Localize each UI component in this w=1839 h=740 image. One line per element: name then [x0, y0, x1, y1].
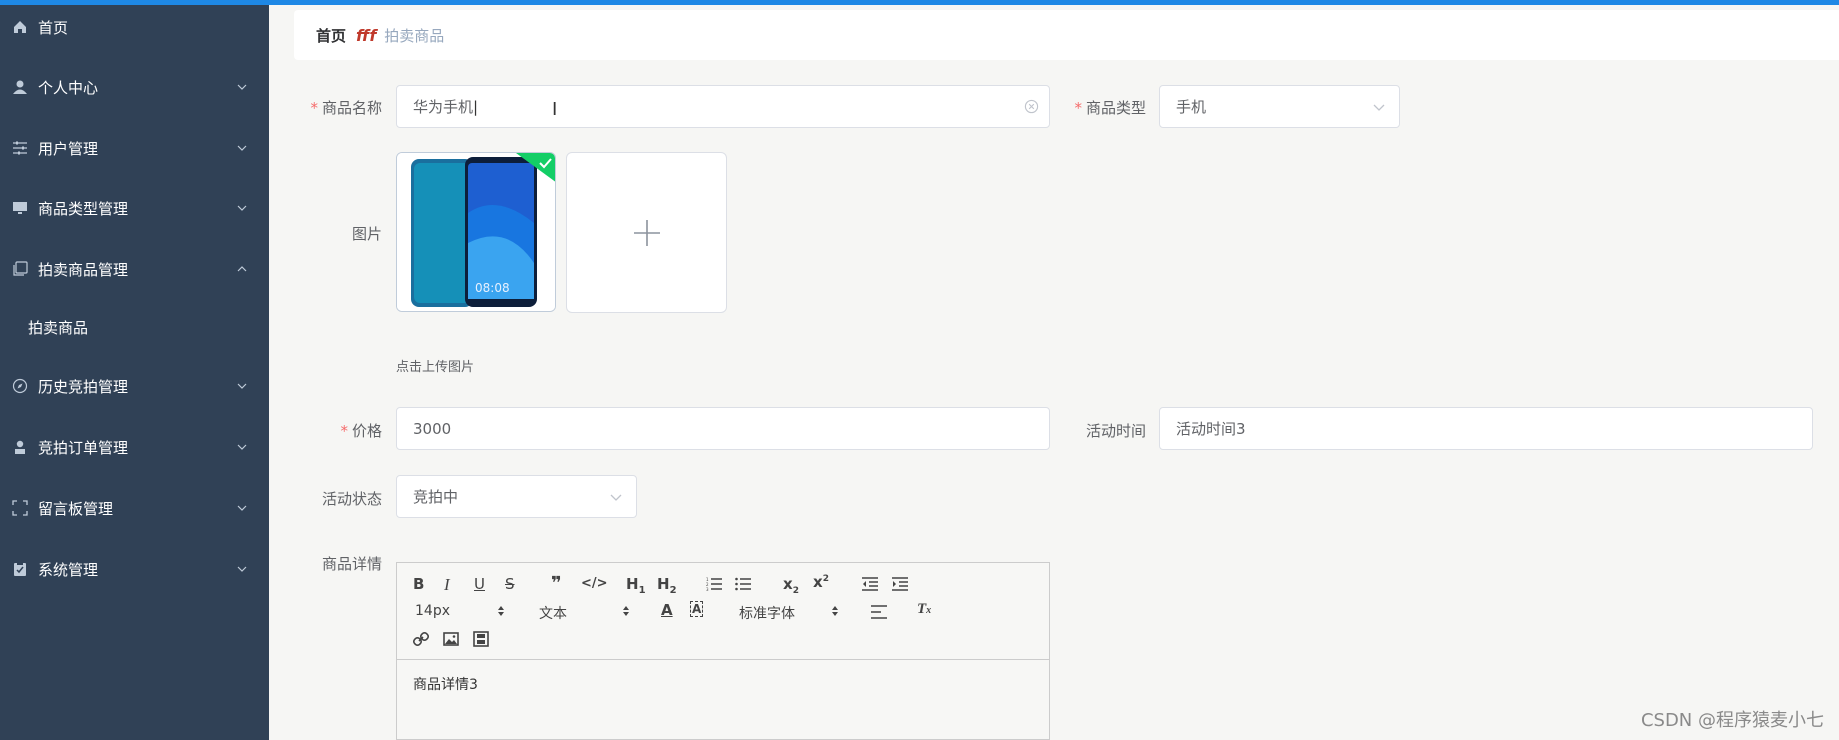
sidebar-item-home[interactable]: 首页: [0, 5, 269, 49]
time-input[interactable]: 活动时间3: [1159, 407, 1813, 450]
sidebar-item-label: 留言板管理: [38, 499, 114, 518]
detail-label: 商品详情: [321, 555, 382, 573]
subscript-icon[interactable]: x2: [783, 575, 799, 596]
bullet-list-icon[interactable]: [735, 577, 751, 591]
ordered-list-icon[interactable]: 123: [706, 577, 722, 591]
chevron-down-icon: [610, 494, 622, 501]
upload-tip: 点击上传图片: [396, 360, 475, 375]
sidebar-item-label: 系统管理: [38, 560, 99, 579]
sidebar-item-system-management[interactable]: 系统管理: [0, 547, 269, 591]
font-size-picker[interactable]: 14px: [415, 603, 450, 619]
image-icon[interactable]: [443, 631, 459, 647]
upload-add-button[interactable]: [566, 152, 727, 313]
underline-icon[interactable]: U: [474, 575, 485, 593]
sidebar-item-message-board[interactable]: 留言板管理: [0, 486, 269, 530]
video-icon[interactable]: [473, 631, 489, 647]
font-color-icon[interactable]: A: [661, 601, 673, 619]
indent-icon[interactable]: [892, 577, 908, 591]
editor-toolbar: B I U S ❞ </> H1 H2 123 x2 x2 14px 文本 A …: [397, 563, 1049, 660]
person-icon: [12, 439, 28, 455]
breadcrumb-home[interactable]: 首页: [316, 25, 346, 46]
sidebar-item-personal-center[interactable]: 个人中心: [0, 65, 269, 109]
status-label: 活动状态: [321, 490, 382, 508]
blockquote-icon[interactable]: ❞: [551, 573, 562, 594]
uploaded-image-thumbnail[interactable]: 08:08: [396, 152, 556, 312]
plus-icon: [633, 219, 660, 246]
sidebar-item-label: 历史竞拍管理: [38, 377, 129, 396]
sidebar-subitem-auction-goods[interactable]: 拍卖商品: [0, 305, 269, 349]
font-family-picker-arrows-icon: [832, 606, 838, 616]
sidebar-item-label: 商品类型管理: [38, 199, 129, 218]
chevron-down-icon: [237, 205, 247, 211]
sidebar-item-user-management[interactable]: 用户管理: [0, 126, 269, 170]
strikethrough-icon[interactable]: S: [505, 575, 515, 593]
watermark: CSDN @程序猿麦小七: [1640, 710, 1824, 731]
heading2-icon[interactable]: H2: [657, 575, 677, 596]
code-icon[interactable]: </>: [581, 576, 608, 591]
breadcrumb: 首页 fff 拍卖商品: [294, 10, 1839, 60]
sidebar-item-label: 竞拍订单管理: [38, 438, 129, 457]
sidebar-item-auction-goods-management[interactable]: 拍卖商品管理: [0, 247, 269, 291]
sidebar-item-history-bids[interactable]: 历史竞拍管理: [0, 364, 269, 408]
home-icon: [12, 19, 28, 35]
header-picker-arrows-icon: [623, 606, 629, 616]
italic-icon[interactable]: I: [444, 575, 450, 595]
superscript-icon[interactable]: x2: [813, 573, 829, 591]
monitor-icon: [12, 200, 28, 216]
thumbnail-clock: 08:08: [475, 281, 510, 295]
breadcrumb-separator: fff: [356, 25, 377, 45]
sidebar-item-category-management[interactable]: 商品类型管理: [0, 186, 269, 230]
sidebar-subitem-label: 拍卖商品: [28, 318, 89, 337]
type-label: * 商品类型: [1074, 99, 1146, 117]
editor-content[interactable]: 商品详情3: [397, 660, 1049, 708]
chevron-down-icon: [237, 383, 247, 389]
heading1-icon[interactable]: H1: [626, 575, 646, 596]
type-select[interactable]: 手机: [1159, 85, 1400, 128]
time-label: 活动时间: [1085, 422, 1146, 440]
rich-text-editor: B I U S ❞ </> H1 H2 123 x2 x2 14px 文本 A …: [396, 562, 1050, 740]
name-label: * 商品名称: [310, 99, 382, 117]
sidebar: 首页 个人中心 用户管理 商品类型管理 拍卖商品管理 拍卖商品 历史竞拍管理 竞…: [0, 5, 269, 740]
image-label: 图片: [351, 225, 382, 243]
clipboard-icon: [12, 561, 28, 577]
chevron-up-icon: [237, 266, 247, 272]
price-label: * 价格: [340, 422, 382, 440]
outdent-icon[interactable]: [862, 577, 878, 591]
text-cursor-icon: I: [552, 99, 558, 120]
svg-text:3: 3: [706, 587, 709, 591]
price-input[interactable]: 3000: [396, 407, 1050, 450]
chevron-down-icon: [237, 566, 247, 572]
header-picker[interactable]: 文本: [539, 603, 567, 623]
copy-icon: [12, 261, 28, 277]
font-size-picker-arrows-icon: [498, 606, 504, 616]
name-input[interactable]: 华为手机 |: [396, 85, 1050, 128]
status-select[interactable]: 竞拍中: [396, 475, 637, 518]
user-icon: [12, 79, 28, 95]
font-family-picker[interactable]: 标准字体: [739, 603, 795, 623]
chevron-down-icon: [237, 444, 247, 450]
sidebar-item-label: 个人中心: [38, 78, 99, 97]
compass-icon: [12, 378, 28, 394]
chevron-down-icon: [237, 145, 247, 151]
sidebar-item-label: 用户管理: [38, 139, 99, 158]
chevron-down-icon: [237, 84, 247, 90]
background-color-icon[interactable]: A: [690, 601, 704, 617]
clear-format-icon[interactable]: Tx: [917, 601, 931, 618]
breadcrumb-current: 拍卖商品: [384, 26, 445, 45]
align-icon[interactable]: [871, 605, 887, 619]
sidebar-item-label: 首页: [38, 18, 69, 37]
sidebar-item-label: 拍卖商品管理: [38, 260, 129, 279]
bold-icon[interactable]: B: [413, 575, 424, 593]
fullscreen-icon: [12, 500, 28, 516]
sidebar-item-bid-orders[interactable]: 竞拍订单管理: [0, 425, 269, 469]
chevron-down-icon: [237, 505, 247, 511]
sliders-icon: [12, 140, 28, 156]
chevron-down-icon: [1373, 104, 1385, 111]
link-icon[interactable]: [413, 631, 429, 647]
